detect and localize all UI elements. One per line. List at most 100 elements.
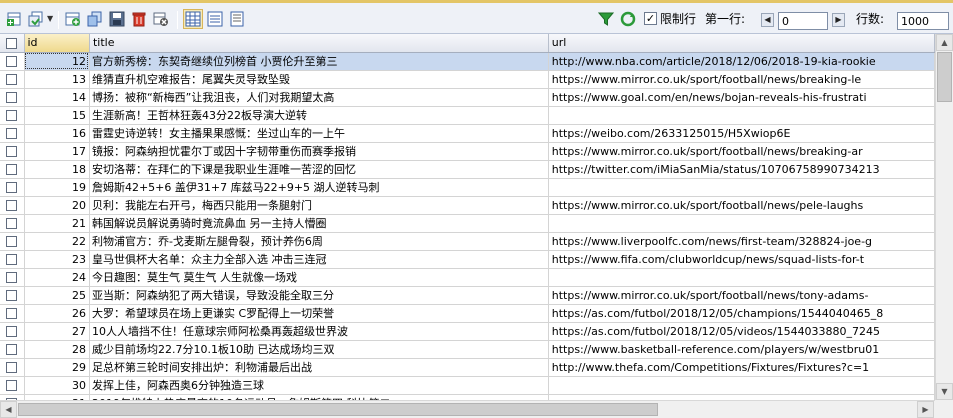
next-page-button[interactable]: ▶ <box>832 13 845 27</box>
scroll-down-button[interactable]: ▼ <box>936 383 953 400</box>
insert-row-icon[interactable] <box>4 9 24 29</box>
table-row[interactable]: 23 皇马世俱杯大名单：众主力全部入选 冲击三连冠 https://www.fifa… <box>0 250 935 269</box>
row-checkbox[interactable] <box>6 236 18 247</box>
cell-title[interactable]: 足总杯第三轮时间安排出炉：利物浦最后出战 <box>89 358 549 377</box>
cell-title[interactable]: 威少目前场均22.7分10.1板10助 已达成场均三双 <box>89 340 549 359</box>
cell-title[interactable]: 生涯新高！王哲林狂轰43分22板导演大逆转 <box>89 106 549 125</box>
row-checkbox[interactable] <box>6 308 18 319</box>
add-record-icon[interactable] <box>63 9 83 29</box>
duplicate-row-icon[interactable] <box>26 9 46 29</box>
cell-title[interactable]: 韩国解说员解说勇骑时竟流鼻血 另一主持人懵圈 <box>89 214 549 233</box>
cell-id[interactable]: 27 <box>24 322 90 341</box>
cancel-icon[interactable] <box>151 9 171 29</box>
cell-id[interactable]: 24 <box>24 268 90 287</box>
scroll-left-button[interactable]: ◀ <box>0 401 17 418</box>
table-row[interactable]: 18 安切洛蒂：在拜仁的下课是我职业生涯唯一苦涩的回忆 https://twitte… <box>0 160 935 179</box>
cell-id[interactable]: 22 <box>24 232 90 251</box>
table-row[interactable]: 28 威少目前场均22.7分10.1板10助 已达成场均三双 https://www… <box>0 340 935 359</box>
cell-id[interactable]: 28 <box>24 340 90 359</box>
row-select-cell[interactable] <box>0 160 25 179</box>
table-row[interactable]: 27 10人人墙挡不住！任意球宗师阿松桑再轰超级世界波 https://as.com… <box>0 322 935 341</box>
row-select-cell[interactable] <box>0 286 25 305</box>
cell-url[interactable]: https://www.mirror.co.uk/sport/football/… <box>548 196 935 215</box>
cell-title[interactable]: 贝利：我能左右开弓，梅西只能用一条腿射门 <box>89 196 549 215</box>
refresh-icon[interactable] <box>618 9 638 29</box>
cell-title[interactable]: 镜报：阿森纳担忧霍尔丁或因十字韧带重伤而赛季报销 <box>89 142 549 161</box>
row-checkbox[interactable] <box>6 200 18 211</box>
table-row[interactable]: 29 足总杯第三轮时间安排出炉：利物浦最后出战 http://www.thefa.c… <box>0 358 935 377</box>
row-select-cell[interactable] <box>0 250 25 269</box>
cell-url[interactable]: https://twitter.com/iMiaSanMia/status/10… <box>548 160 935 179</box>
row-checkbox[interactable] <box>6 128 18 139</box>
cell-id[interactable]: 14 <box>24 88 90 107</box>
table-row[interactable]: 13 维猜直升机空难报告：尾翼失灵导致坠毁 https://www.mirror.c… <box>0 70 935 89</box>
cell-url[interactable]: https://www.liverpoolfc.com/news/first-t… <box>548 232 935 251</box>
cell-title[interactable]: 安切洛蒂：在拜仁的下课是我职业生涯唯一苦涩的回忆 <box>89 160 549 179</box>
row-select-cell[interactable] <box>0 214 25 233</box>
cell-id[interactable]: 25 <box>24 286 90 305</box>
chevron-down-icon[interactable]: ▼ <box>47 14 53 23</box>
text-view-icon[interactable] <box>227 9 247 29</box>
row-checkbox[interactable] <box>6 290 18 301</box>
row-select-cell[interactable] <box>0 268 25 287</box>
grid-view-icon[interactable] <box>183 9 203 29</box>
row-checkbox[interactable] <box>6 326 18 337</box>
scroll-right-button[interactable]: ▶ <box>917 401 934 418</box>
table-row[interactable]: 30 发挥上佳，阿森西奥6分钟独造三球 <box>0 376 935 395</box>
row-select-cell[interactable] <box>0 142 25 161</box>
cell-url[interactable]: https://weibo.com/2633125015/H5Xwiop6E <box>548 124 935 143</box>
previous-page-button[interactable]: ◀ <box>761 13 774 27</box>
cell-id[interactable]: 12 <box>24 52 90 71</box>
table-row[interactable]: 24 今日趣图：莫生气 莫生气 人生就像一场戏 <box>0 268 935 287</box>
limit-rows-checkbox[interactable]: ✓ <box>644 12 657 25</box>
cell-url[interactable] <box>548 376 935 395</box>
row-checkbox[interactable] <box>6 362 18 373</box>
cell-title[interactable]: 雷霆史诗逆转！女主播果果感慨：坐过山车的一上午 <box>89 124 549 143</box>
cell-url[interactable] <box>548 268 935 287</box>
cell-url[interactable]: http://www.thefa.com/Competitions/Fixtur… <box>548 358 935 377</box>
table-row[interactable]: 14 博扬：被称“新梅西”让我沮丧，人们对我期望太高 https://www.goa… <box>0 88 935 107</box>
row-checkbox[interactable] <box>6 56 18 67</box>
first-row-input[interactable] <box>778 12 828 30</box>
table-row[interactable]: 19 詹姆斯42+5+6 盖伊31+7 库兹马22+9+5 湖人逆转马刺 <box>0 178 935 197</box>
row-checkbox[interactable] <box>6 74 18 85</box>
row-select-cell[interactable] <box>0 322 25 341</box>
table-row[interactable]: 16 雷霆史诗逆转！女主播果果感慨：坐过山车的一上午 https://weibo.c… <box>0 124 935 143</box>
select-all-checkbox[interactable] <box>6 37 18 49</box>
row-select-cell[interactable] <box>0 52 25 71</box>
cell-url[interactable]: https://as.com/futbol/2018/12/05/videos/… <box>548 322 935 341</box>
row-checkbox[interactable] <box>6 182 18 193</box>
cell-id[interactable]: 13 <box>24 70 90 89</box>
copy-record-icon[interactable] <box>85 9 105 29</box>
cell-url[interactable] <box>548 214 935 233</box>
cell-title[interactable]: 皇马世俱杯大名单：众主力全部入选 冲击三连冠 <box>89 250 549 269</box>
row-checkbox[interactable] <box>6 92 18 103</box>
row-checkbox[interactable] <box>6 164 18 175</box>
row-select-cell[interactable] <box>0 358 25 377</box>
cell-title[interactable]: 博扬：被称“新梅西”让我沮丧，人们对我期望太高 <box>89 88 549 107</box>
table-row[interactable]: 20 贝利：我能左右开弓，梅西只能用一条腿射门 https://www.mirror… <box>0 196 935 215</box>
cell-title[interactable]: 利物浦官方：乔-戈麦斯左腿骨裂，预计养伤6周 <box>89 232 549 251</box>
row-select-cell[interactable] <box>0 304 25 323</box>
row-checkbox[interactable] <box>6 218 18 229</box>
cell-id[interactable]: 15 <box>24 106 90 125</box>
select-all-header[interactable] <box>0 34 25 53</box>
row-count-input[interactable] <box>897 12 949 30</box>
cell-title[interactable]: 今日趣图：莫生气 莫生气 人生就像一场戏 <box>89 268 549 287</box>
row-checkbox[interactable] <box>6 344 18 355</box>
table-row[interactable]: 17 镜报：阿森纳担忧霍尔丁或因十字韧带重伤而赛季报销 https://www.mi… <box>0 142 935 161</box>
cell-title[interactable]: 大罗：希望球员在场上更谦实 C罗配得上一切荣誉 <box>89 304 549 323</box>
scroll-up-button[interactable]: ▲ <box>936 34 953 51</box>
cell-id[interactable]: 26 <box>24 304 90 323</box>
cell-url[interactable]: https://www.goal.com/en/news/bojan-revea… <box>548 88 935 107</box>
row-select-cell[interactable] <box>0 124 25 143</box>
row-select-cell[interactable] <box>0 178 25 197</box>
form-view-icon[interactable] <box>205 9 225 29</box>
column-header-url[interactable]: url <box>548 34 935 53</box>
cell-url[interactable]: https://www.mirror.co.uk/sport/football/… <box>548 70 935 89</box>
row-checkbox[interactable] <box>6 146 18 157</box>
cell-id[interactable]: 30 <box>24 376 90 395</box>
row-select-cell[interactable] <box>0 196 25 215</box>
cell-url[interactable]: https://www.fifa.com/clubworldcup/news/s… <box>548 250 935 269</box>
table-row[interactable]: 15 生涯新高！王哲林狂轰43分22板导演大逆转 <box>0 106 935 125</box>
